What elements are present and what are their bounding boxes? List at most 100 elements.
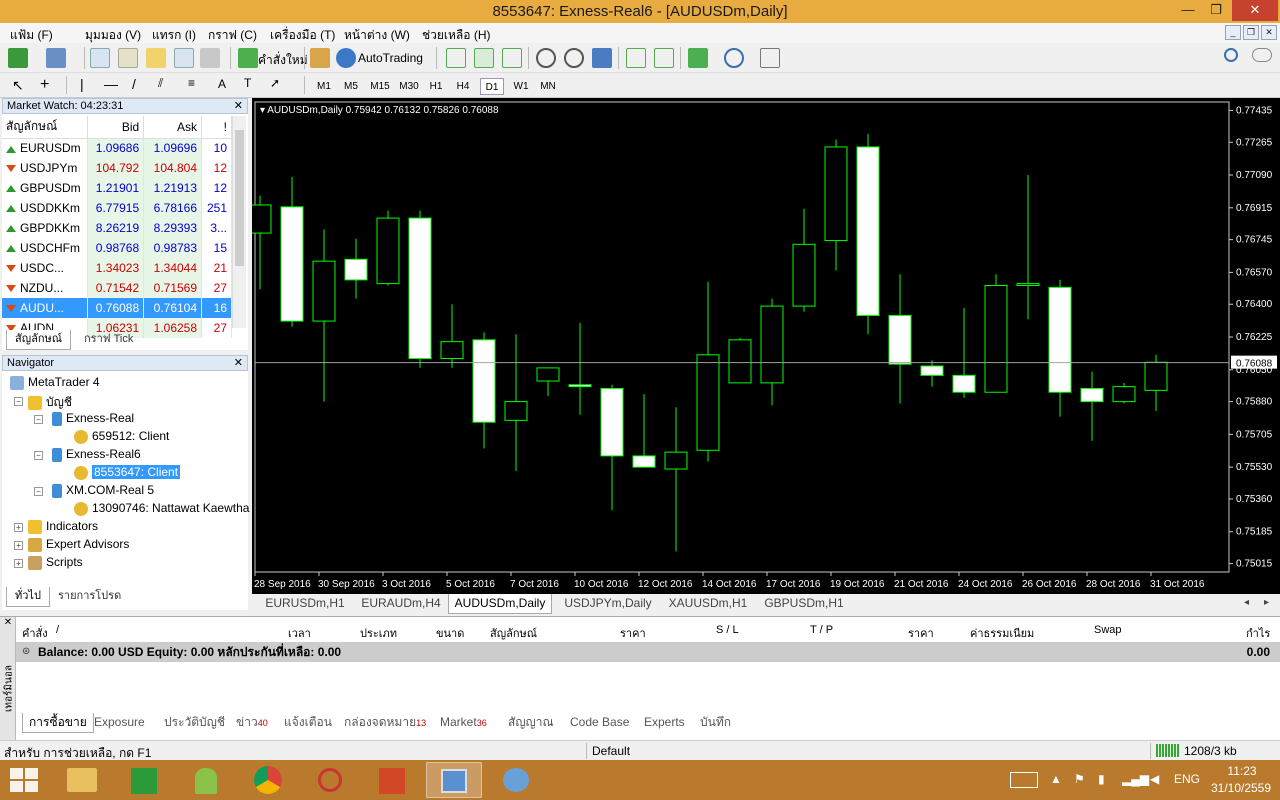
tray-expand-icon[interactable]: ▲ [1050,772,1062,786]
zoom-out-icon[interactable] [564,48,584,68]
close-icon[interactable]: ✕ [0,617,16,631]
battery-icon[interactable]: ▮ [1098,772,1105,786]
expand-icon[interactable]: + [14,541,23,550]
scroll-right-icon[interactable]: ▸ [1264,594,1269,614]
market-watch-row[interactable]: EURUSDm 1.09686 1.09696 10 [2,138,232,158]
chart-shift-icon[interactable] [654,48,674,68]
tab-symbols[interactable]: สัญลักษณ์ [6,330,71,350]
vertical-line-icon[interactable]: | [80,76,84,92]
tree-scripts[interactable]: Scripts [28,555,83,570]
close-icon[interactable]: ✕ [234,99,243,113]
market-watch-row[interactable]: USDCHFm 0.98768 0.98783 15 [2,238,232,258]
terminal-tab[interactable]: การซื้อขาย [22,713,94,733]
volume-icon[interactable]: ◀ [1150,772,1159,786]
metatrader-taskbar-icon[interactable] [426,762,482,798]
col-tp[interactable]: T / P [810,624,833,636]
new-order-icon[interactable] [238,48,258,68]
channel-icon[interactable]: ⫽ [158,76,163,91]
tree-server-exness-real[interactable]: Exness-Real [52,411,134,426]
terminal-tab[interactable]: Code Base [564,713,635,733]
market-watch-row[interactable]: USDDKKm 6.77915 6.78166 251 [2,198,232,218]
chart-tab-xauusd[interactable]: XAUUSDm,H1 [664,594,752,614]
tree-server-exness-real6[interactable]: Exness-Real6 [52,447,141,462]
collapse-icon[interactable]: − [14,397,23,406]
scroll-thumb[interactable] [235,130,244,266]
powerpoint-icon[interactable] [364,762,420,798]
text-icon[interactable]: A [218,77,226,91]
new-chart-icon[interactable] [8,48,28,68]
android-icon[interactable] [178,762,234,798]
col-swap[interactable]: Swap [1094,624,1122,636]
chart-tab-audusd[interactable]: AUDUSDm,Daily [448,594,552,614]
terminal-tab[interactable]: แจ้งเตือน [278,713,338,733]
close-icon[interactable]: ✕ [234,356,243,370]
fibonacci-icon[interactable]: ≡ [188,76,195,90]
chat-icon[interactable] [1252,48,1272,62]
mdi-close-icon[interactable]: ✕ [1261,25,1277,40]
timeframe-h4[interactable]: H4 [451,78,475,95]
candlestick-chart[interactable]: ▾ AUDUSDm,Daily 0.75942 0.76132 0.75826 … [248,98,1280,594]
header-bid[interactable]: Bid [87,116,145,139]
timeframe-m30[interactable]: M30 [396,78,422,95]
mdi-minimize-icon[interactable]: _ [1225,25,1241,40]
terminal-tab[interactable]: ประวัติบัญชี [158,713,231,733]
timeframe-m5[interactable]: M5 [339,78,363,95]
store-icon[interactable] [116,762,172,798]
terminal-tab[interactable]: Exposure [88,713,151,733]
close-button[interactable]: ✕ [1232,0,1278,21]
search-icon[interactable] [1224,48,1238,62]
crosshair-icon[interactable]: + [40,76,49,94]
market-watch-row[interactable]: GBPUSDm 1.21901 1.21913 12 [2,178,232,198]
col-order[interactable]: คำสั่ง [22,624,48,642]
chart-tab-eurusd[interactable]: EURUSDm,H1 [260,594,350,614]
tab-tick-chart[interactable]: กราฟ Tick [76,330,141,350]
market-watch-scrollbar[interactable] [232,116,246,328]
file-explorer-icon[interactable] [54,762,110,798]
maximize-button[interactable]: ❐ [1202,0,1230,21]
horizontal-line-icon[interactable]: — [104,76,118,92]
terminal-tab[interactable]: บันทึก [694,713,737,733]
zoom-in-icon[interactable] [536,48,556,68]
snipping-tool-icon[interactable] [302,762,358,798]
autotrading-button[interactable]: AutoTrading [358,51,423,65]
data-window-icon[interactable] [118,48,138,68]
metaeditor-icon[interactable] [310,48,330,68]
col-size[interactable]: ขนาด [436,624,464,642]
trendline-icon[interactable]: / [132,76,136,92]
tree-expert-advisors[interactable]: Expert Advisors [28,537,129,552]
terminal-tab[interactable]: Experts [638,713,691,733]
col-sl[interactable]: S / L [716,624,739,636]
market-watch-row[interactable]: NZDU... 0.71542 0.71569 27 [2,278,232,298]
terminal-tab[interactable]: ข่าว40 [230,713,274,733]
col-price[interactable]: ราคา [620,624,646,642]
header-symbol[interactable]: สัญลักษณ์ [2,116,89,139]
terminal-icon[interactable] [174,48,194,68]
autotrading-icon[interactable] [336,48,356,68]
tab-common[interactable]: ทั่วไป [6,587,50,607]
header-ask[interactable]: Ask [143,116,203,139]
tree-server-xm[interactable]: XM.COM-Real 5 [52,483,154,498]
market-watch-icon[interactable] [90,48,110,68]
collapse-icon[interactable]: − [34,415,43,424]
tree-root[interactable]: MetaTrader 4 [10,375,100,390]
timeframe-m1[interactable]: M1 [312,78,336,95]
timeframe-w1[interactable]: W1 [509,78,533,95]
candlestick-icon[interactable] [474,48,494,68]
chrome-icon[interactable] [240,762,296,798]
profiles-icon[interactable] [46,48,66,68]
terminal-tab[interactable]: Market36 [434,713,493,733]
expand-icon[interactable]: + [14,523,23,532]
tab-favorites[interactable]: รายการโปรด [50,587,129,607]
mdi-restore-icon[interactable]: ❐ [1243,25,1259,40]
line-chart-icon[interactable] [502,48,522,68]
templates-icon[interactable] [760,48,780,68]
start-icon[interactable] [10,768,38,792]
header-spread[interactable]: ! [201,116,232,139]
clock-date[interactable]: 31/10/2559 [1206,781,1276,795]
arrows-icon[interactable]: ➚ [270,76,280,90]
collapse-icon[interactable]: − [34,451,43,460]
action-center-icon[interactable]: ⚑ [1074,772,1085,786]
terminal-tab[interactable]: สัญญาณ [502,713,560,733]
chart-tab-gbpusd[interactable]: GBPUSDm,H1 [760,594,848,614]
market-watch-row[interactable]: USDJPYm 104.792 104.804 12 [2,158,232,178]
